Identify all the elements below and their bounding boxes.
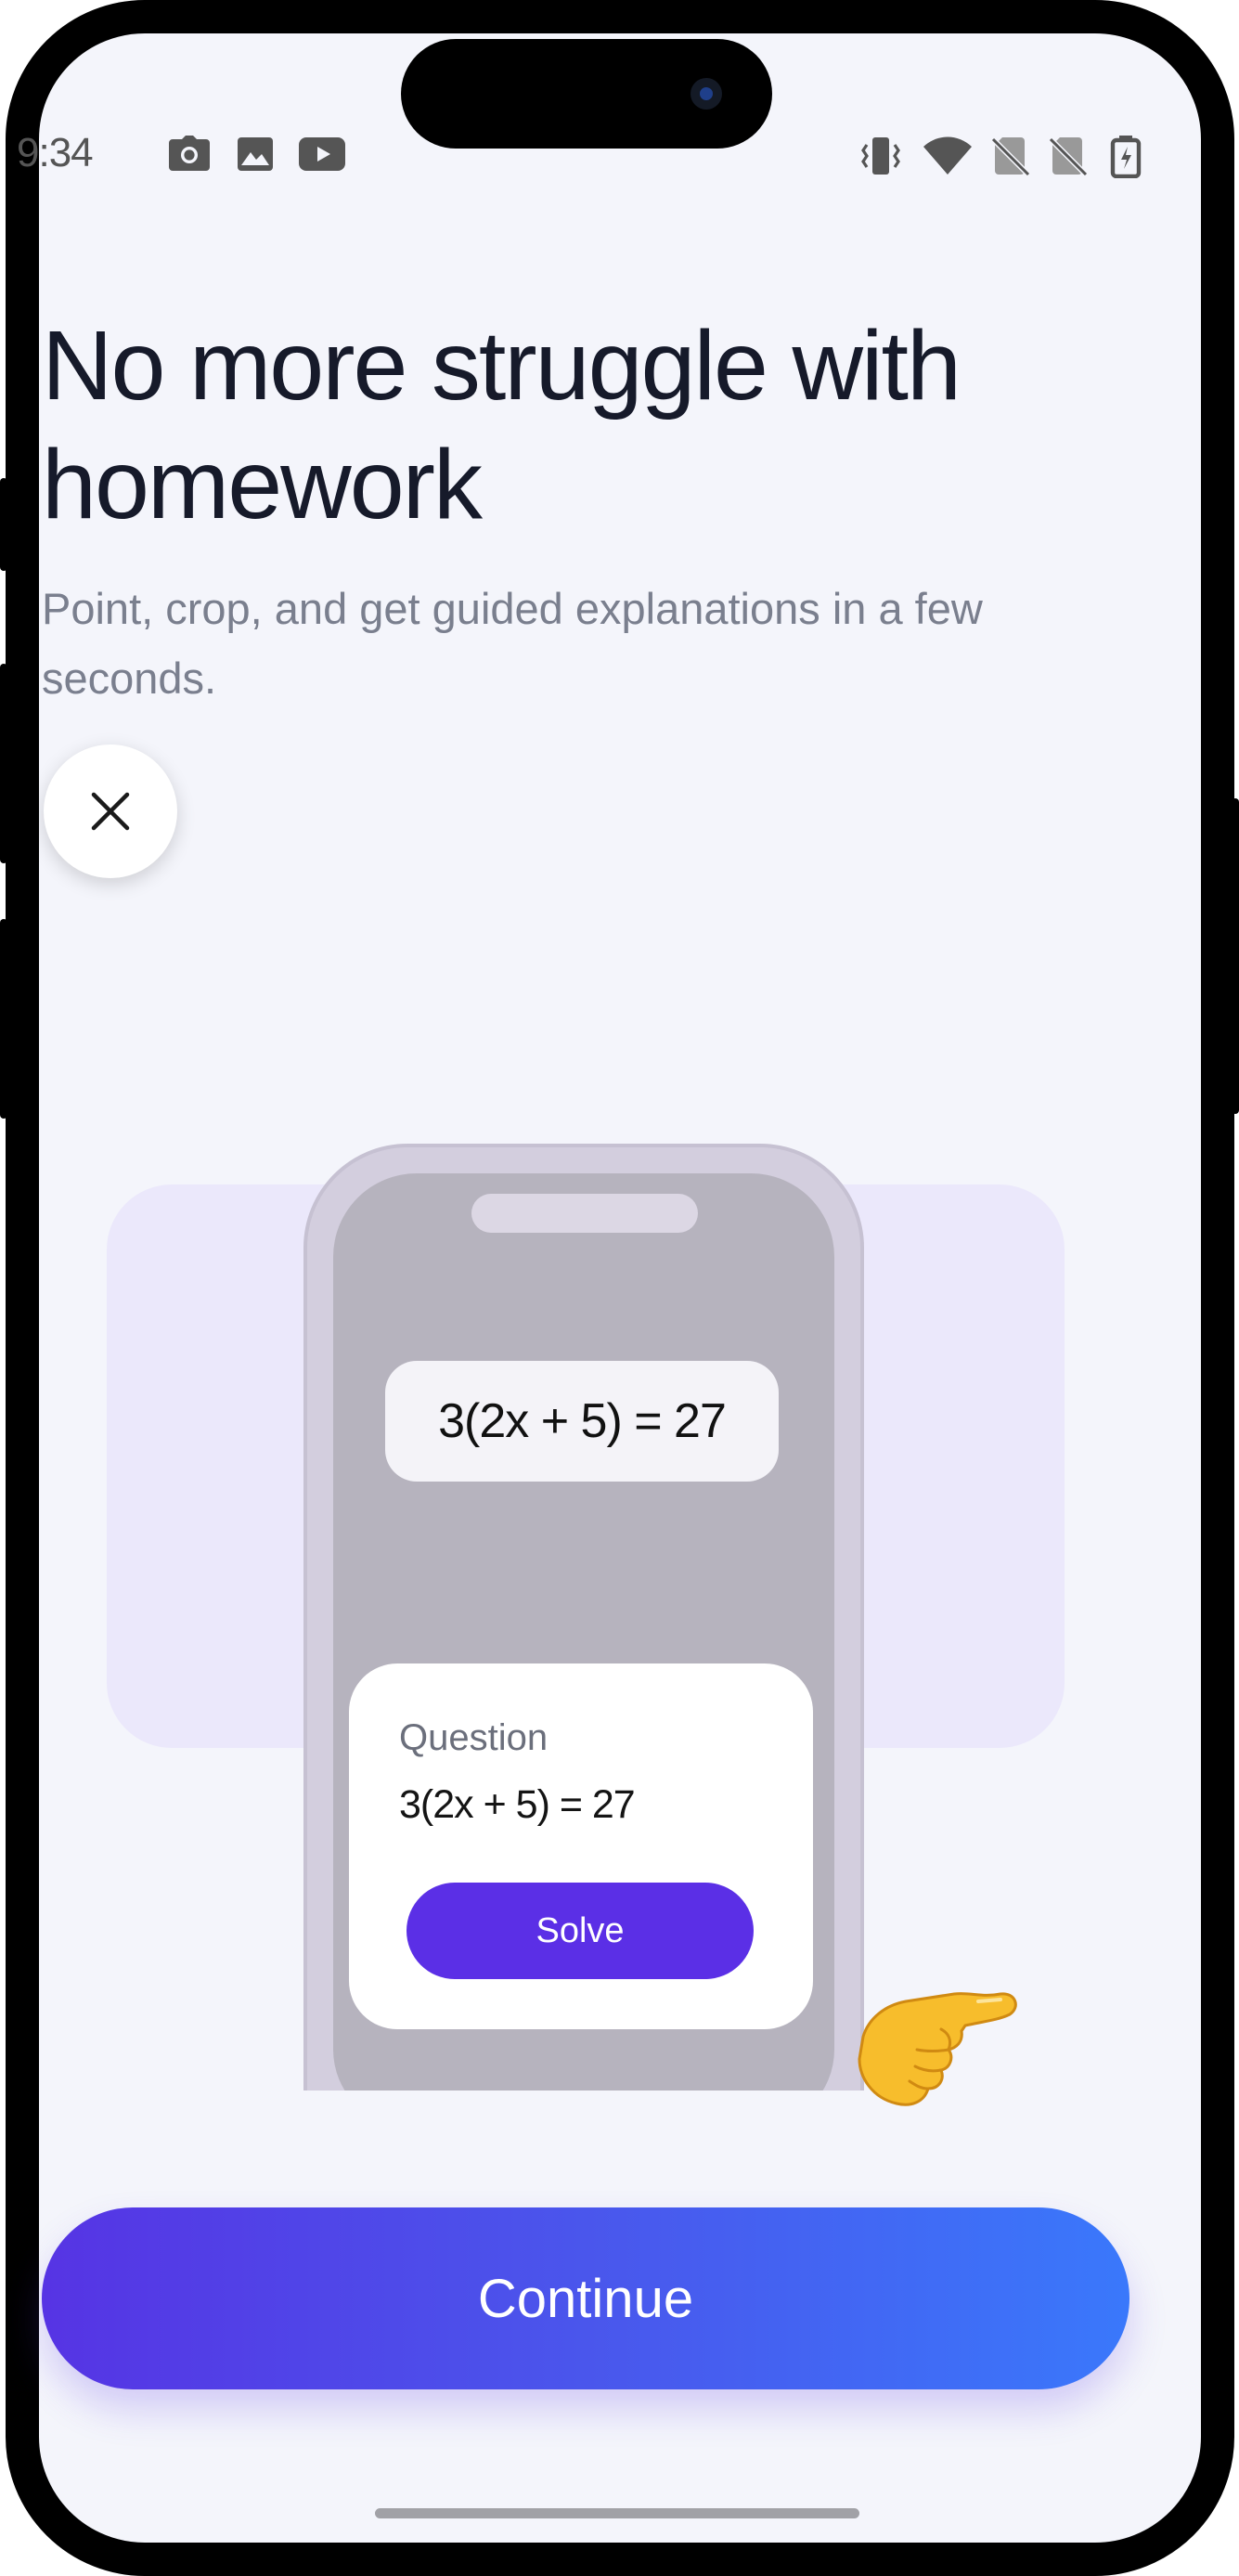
page-subtitle: Point, crop, and get guided explanations… — [42, 584, 983, 703]
question-equation: 3(2x + 5) = 27 — [399, 1782, 636, 1827]
dynamic-island — [401, 39, 772, 149]
pointing-hand-icon — [858, 1992, 1017, 2106]
vibrate-icon — [861, 137, 900, 175]
close-icon — [91, 792, 130, 831]
solve-button: Solve — [407, 1883, 754, 1979]
side-button-right — [1232, 798, 1239, 1114]
image-icon — [238, 137, 273, 171]
side-button-left — [0, 664, 7, 863]
phone-illustration-notch — [471, 1194, 698, 1233]
wifi-icon — [923, 136, 972, 175]
close-button[interactable] — [44, 744, 177, 878]
question-card: Question 3(2x + 5) = 27 Solve — [349, 1663, 813, 2029]
question-label: Question — [399, 1717, 549, 1758]
front-camera — [690, 78, 722, 110]
battery-charging-icon — [1110, 136, 1142, 178]
continue-button[interactable]: Continue — [42, 2207, 1129, 2389]
camera-icon — [169, 136, 210, 171]
side-button-left — [0, 919, 7, 1119]
page-title: No more struggle with homework — [42, 311, 962, 539]
home-indicator[interactable] — [375, 2508, 859, 2518]
no-sim-icon — [991, 136, 1030, 176]
scanned-equation: 3(2x + 5) = 27 — [385, 1361, 779, 1482]
status-time: 9:34 — [17, 130, 94, 175]
no-sim-icon — [1049, 136, 1088, 176]
side-button-left — [0, 478, 7, 571]
youtube-icon — [299, 137, 345, 171]
